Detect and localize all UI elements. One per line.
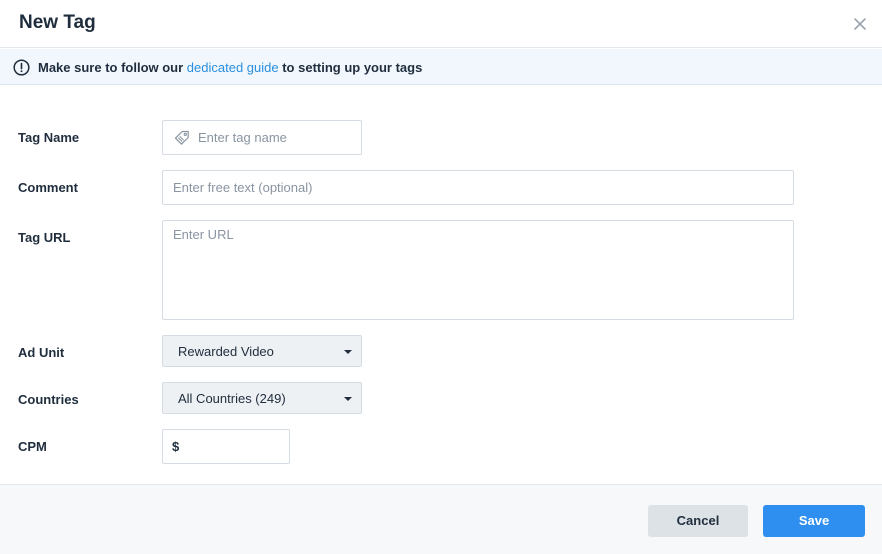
dialog-title: New Tag xyxy=(19,12,96,33)
comment-label: Comment xyxy=(18,180,78,195)
comment-input[interactable] xyxy=(162,170,794,205)
tag-name-input[interactable] xyxy=(162,120,362,155)
tag-url-label: Tag URL xyxy=(18,230,71,245)
tag-name-field xyxy=(162,120,362,155)
notice-text-after: to setting up your tags xyxy=(278,60,423,75)
currency-symbol: $ xyxy=(172,439,180,454)
dedicated-guide-link[interactable]: dedicated guide xyxy=(187,60,279,75)
countries-selected-value: All Countries (249) xyxy=(178,391,286,406)
tag-icon xyxy=(173,129,191,147)
new-tag-dialog: New Tag Make sure to follow our dedicate… xyxy=(0,0,882,554)
cpm-field: $ xyxy=(162,429,290,464)
caret-down-icon xyxy=(344,350,352,354)
tag-url-textarea[interactable] xyxy=(162,220,794,320)
ad-unit-label: Ad Unit xyxy=(18,345,65,360)
cancel-button[interactable]: Cancel xyxy=(648,505,748,537)
notice-text-before: Make sure to follow our xyxy=(38,60,187,75)
close-icon[interactable] xyxy=(851,15,869,33)
tag-name-label: Tag Name xyxy=(18,130,80,145)
countries-label: Countries xyxy=(18,392,79,407)
exclamation-circle-icon xyxy=(13,59,30,76)
cpm-input[interactable] xyxy=(162,429,290,464)
caret-down-icon xyxy=(344,397,352,401)
dialog-footer: Cancel Save xyxy=(0,484,882,554)
notice-text: Make sure to follow our dedicated guide … xyxy=(38,60,422,75)
countries-select[interactable]: All Countries (249) xyxy=(162,382,362,414)
cpm-label: CPM xyxy=(18,439,47,454)
save-button[interactable]: Save xyxy=(763,505,865,537)
ad-unit-select[interactable]: Rewarded Video xyxy=(162,335,362,367)
dialog-header: New Tag xyxy=(0,0,882,48)
ad-unit-selected-value: Rewarded Video xyxy=(178,344,274,359)
guide-notice: Make sure to follow our dedicated guide … xyxy=(0,49,882,85)
